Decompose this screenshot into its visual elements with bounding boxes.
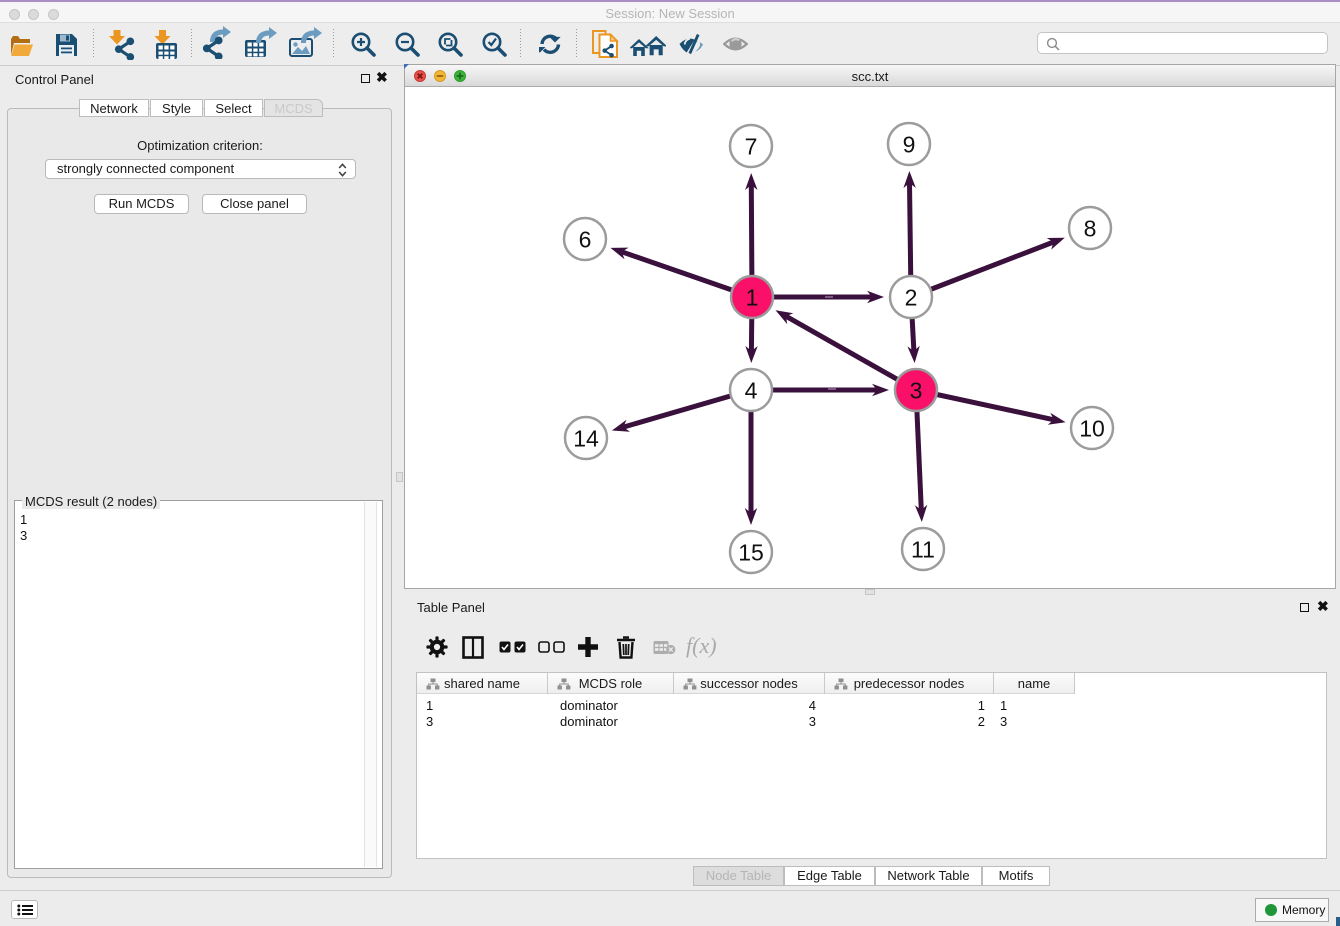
- svg-text:14: 14: [573, 425, 599, 451]
- svg-text:7: 7: [745, 133, 758, 159]
- svg-text:1: 1: [746, 284, 759, 310]
- svg-text:3: 3: [910, 377, 923, 403]
- svg-text:8: 8: [1084, 215, 1097, 241]
- svg-text:2: 2: [905, 284, 918, 310]
- svg-text:10: 10: [1079, 415, 1105, 441]
- svg-text:11: 11: [911, 536, 935, 562]
- svg-text:9: 9: [903, 131, 916, 157]
- svg-text:4: 4: [745, 377, 758, 403]
- svg-text:6: 6: [579, 226, 592, 252]
- svg-text:15: 15: [738, 539, 764, 565]
